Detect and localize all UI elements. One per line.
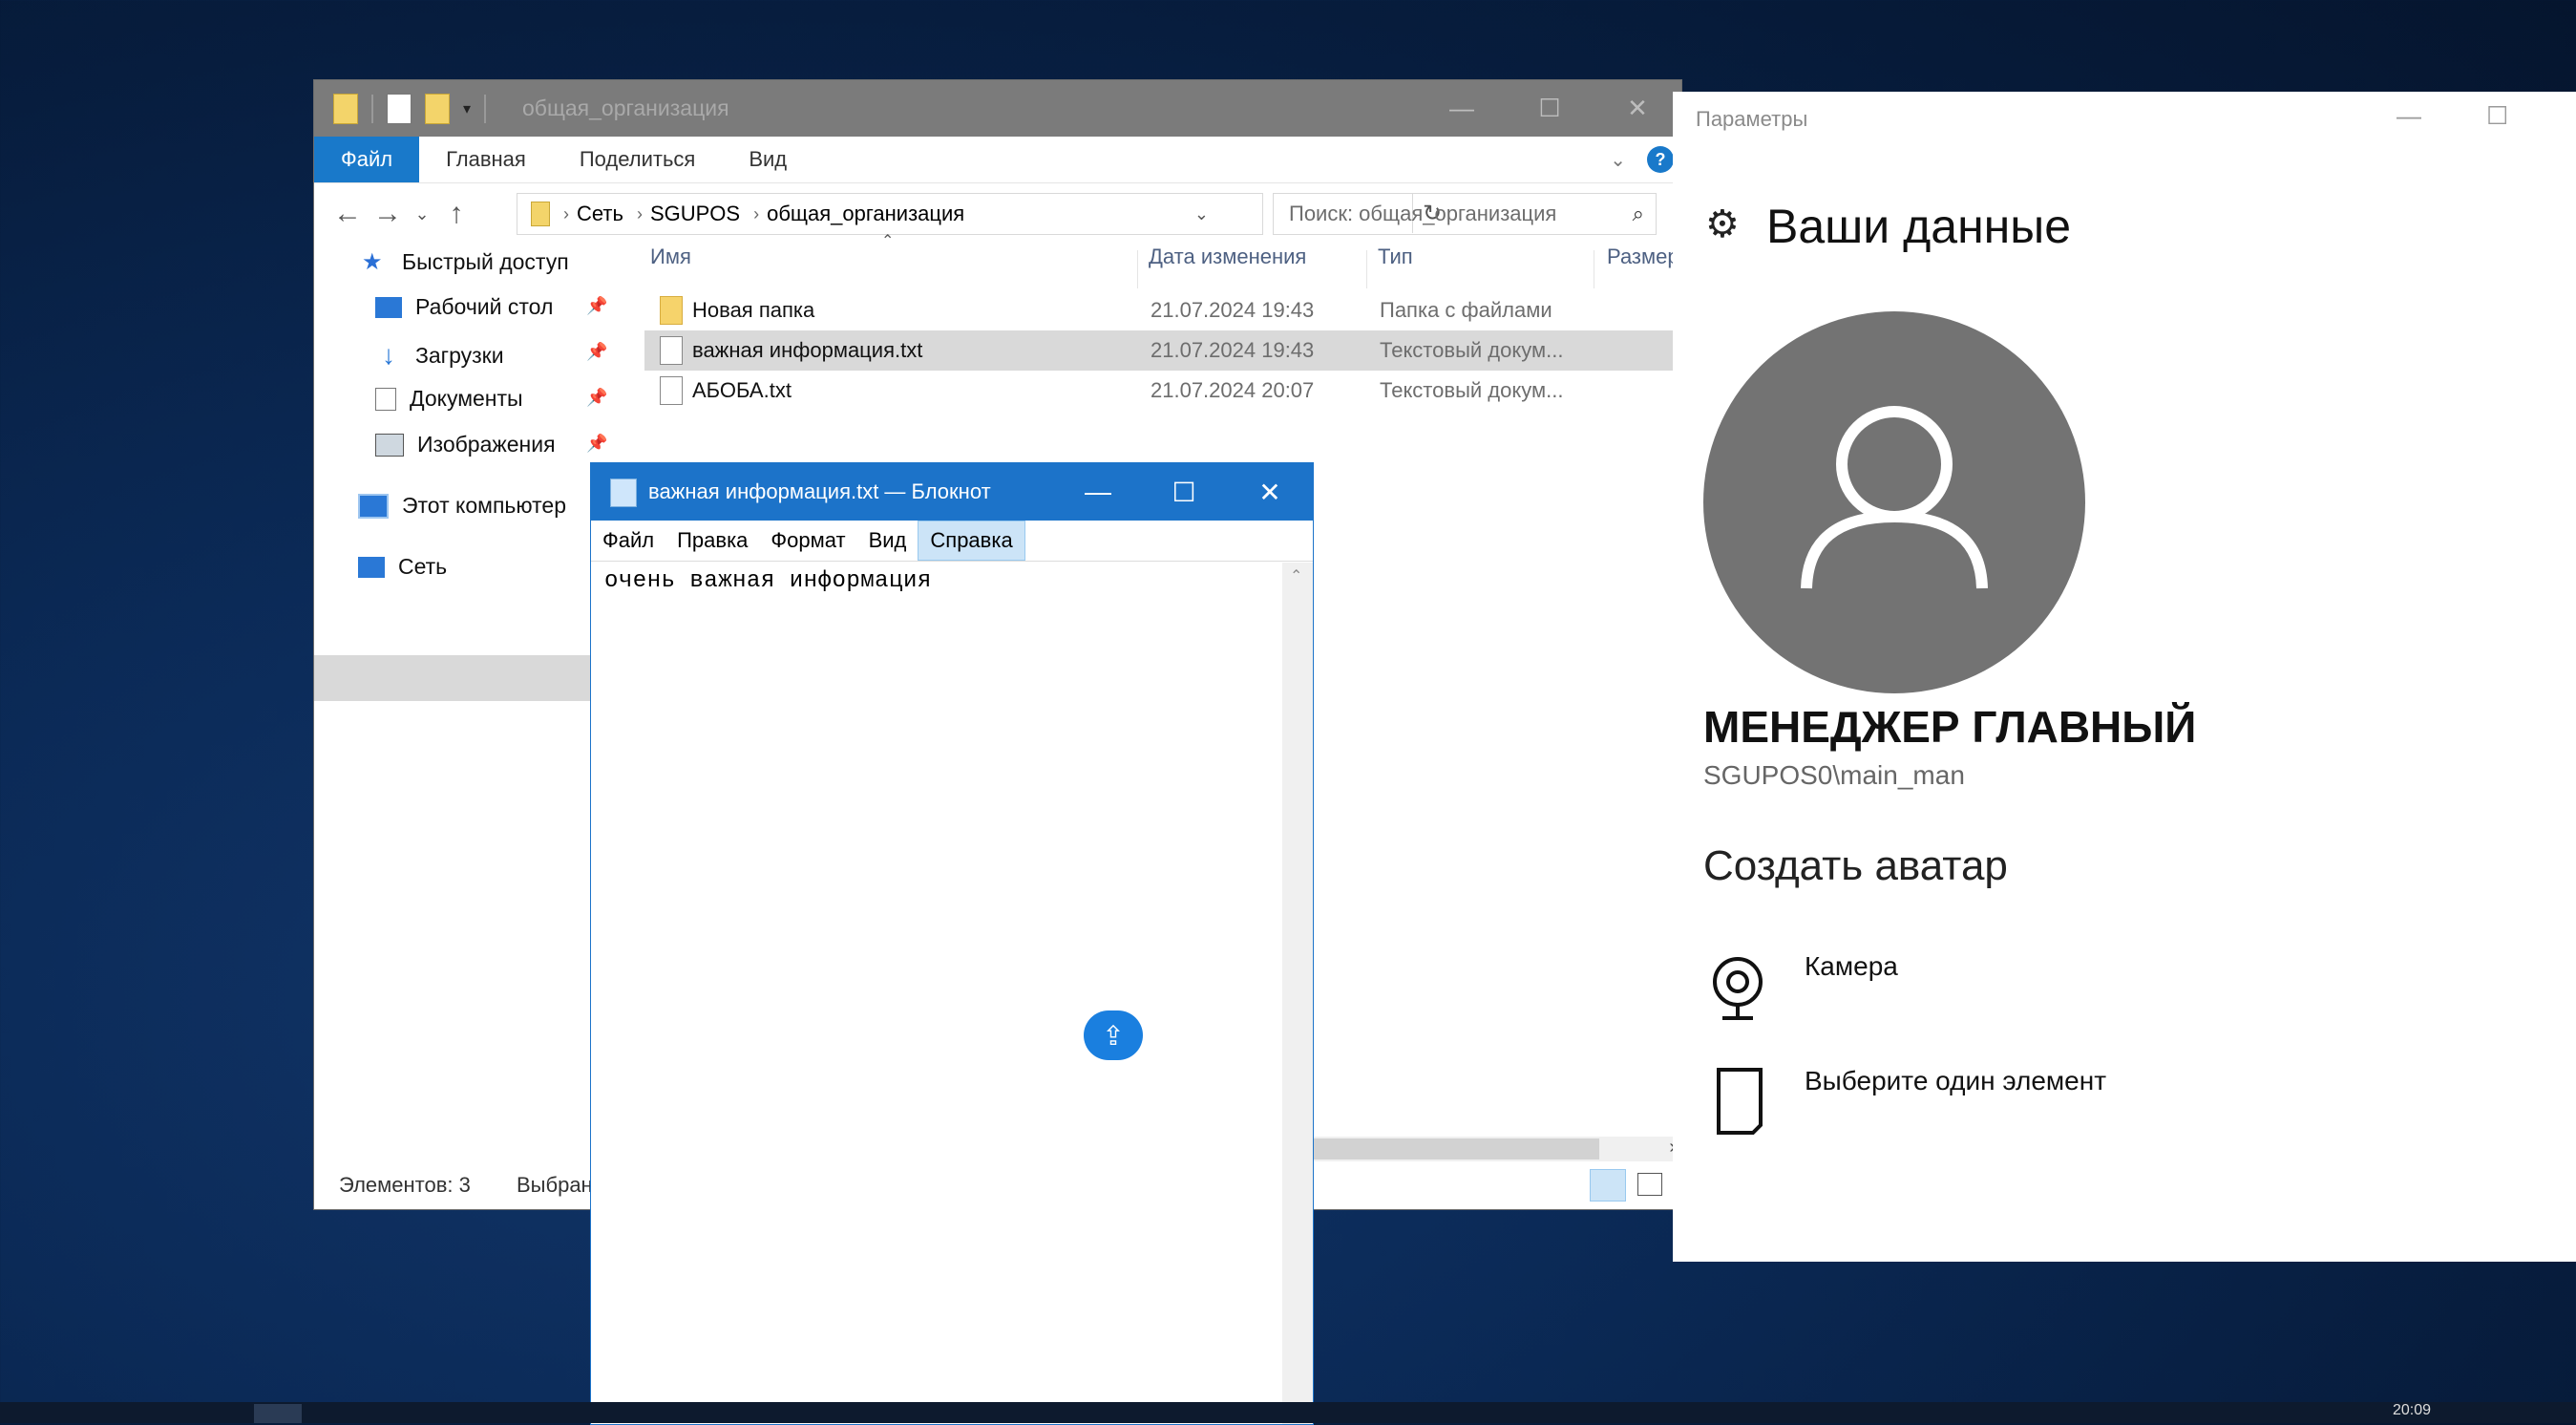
nav-pictures[interactable]: Изображения — [375, 432, 556, 457]
maximize-button[interactable]: ☐ — [1506, 80, 1594, 137]
gear-icon: ⚙ — [1705, 203, 1740, 245]
taskbar: 20:09 — [0, 1402, 2576, 1423]
nav-desktop[interactable]: Рабочий стол — [375, 294, 553, 320]
column-date[interactable]: Дата изменения — [1149, 245, 1306, 269]
up-icon[interactable]: ↑ — [436, 198, 476, 230]
menu-format[interactable]: Формат — [759, 521, 856, 561]
pictures-icon — [375, 433, 404, 457]
column-type[interactable]: Тип — [1378, 245, 1413, 269]
menu-edit[interactable]: Правка — [665, 521, 759, 561]
star-icon: ★ — [362, 249, 383, 275]
folder-icon — [660, 296, 683, 325]
file-row[interactable]: АБОБА.txt 21.07.2024 20:07 Текстовый док… — [644, 371, 1681, 411]
text-file-icon — [660, 376, 683, 405]
menu-view[interactable]: Вид — [857, 521, 918, 561]
section-heading: Создать аватар — [1703, 842, 2008, 889]
user-name: МЕНЕДЖЕР ГЛАВНЫЙ — [1703, 702, 2197, 752]
breadcrumb-network[interactable]: Сеть — [577, 202, 623, 226]
notepad-icon — [610, 479, 637, 507]
page-title: Ваши данные — [1766, 200, 2072, 253]
folder-icon — [333, 94, 358, 124]
breadcrumb-folder[interactable]: общая_организация — [767, 202, 964, 226]
minimize-button[interactable]: — — [2397, 101, 2421, 131]
account-name: SGUPOS0\main_man — [1703, 760, 1965, 790]
pin-icon: 📌 — [586, 342, 608, 361]
nav-this-pc[interactable]: Этот компьютер — [358, 493, 566, 519]
search-input[interactable]: Поиск: общая_организация ⌕ — [1273, 193, 1657, 235]
customize-toolbar-icon[interactable]: ▾ — [463, 99, 471, 118]
text-file-icon — [660, 336, 683, 365]
pin-icon: 📌 — [586, 296, 608, 315]
network-folder-icon — [531, 202, 550, 226]
pin-icon: 📌 — [586, 434, 608, 453]
notepad-titlebar[interactable]: важная информация.txt — Блокнот — ☐ ✕ — [591, 463, 1313, 521]
properties-icon[interactable] — [387, 94, 412, 124]
close-button[interactable]: ✕ — [1594, 80, 1681, 137]
selected-count: Выбран — [517, 1173, 593, 1197]
minimize-button[interactable]: — — [1418, 80, 1506, 137]
tab-file[interactable]: Файл — [314, 137, 420, 182]
menu-bar: Файл Правка Формат Вид Справка — [591, 521, 1313, 562]
navigation-pane: ★ Быстрый доступ Рабочий стол 📌 ↓ Загруз… — [314, 245, 616, 1133]
text-editor[interactable]: очень важная информация — [604, 568, 932, 594]
person-icon — [1801, 406, 1988, 589]
column-name[interactable]: Имя — [650, 245, 691, 269]
new-folder-icon[interactable] — [425, 94, 450, 124]
sort-ascending-icon: ⌃ — [881, 233, 895, 249]
forward-icon[interactable]: → — [368, 198, 408, 230]
expand-ribbon-icon[interactable]: ⌄ — [1610, 148, 1626, 172]
item-count: Элементов: 3 — [339, 1173, 471, 1197]
help-icon[interactable]: ? — [1647, 146, 1674, 173]
window-title: важная информация.txt — Блокнот — [648, 479, 991, 503]
back-icon[interactable]: ← — [327, 198, 368, 230]
tab-view[interactable]: Вид — [722, 137, 813, 182]
tab-share[interactable]: Поделиться — [553, 137, 722, 182]
clock[interactable]: 20:09 — [2393, 1402, 2431, 1419]
maximize-button[interactable]: ☐ — [1141, 463, 1227, 521]
recent-locations-icon[interactable]: ⌄ — [408, 204, 436, 224]
window-title: Параметры — [1696, 107, 1808, 131]
file-row-selected[interactable]: важная информация.txt 21.07.2024 19:43 Т… — [644, 330, 1681, 371]
download-icon: ↓ — [382, 340, 395, 370]
scroll-up-icon[interactable]: ⌃ — [1290, 566, 1302, 585]
search-icon: ⌕ — [1632, 202, 1644, 225]
desktop-icon — [375, 296, 402, 318]
navigation-bar: ← → ⌄ ↑ › Сеть › SGUPOS › общая_организа… — [314, 183, 1681, 245]
large-icons-view-icon[interactable] — [1637, 1173, 1662, 1196]
file-icon — [1717, 1068, 1763, 1135]
floating-keyboard-icon[interactable]: ⇪ — [1084, 1010, 1143, 1060]
ribbon: Файл Главная Поделиться Вид ⌄ ? — [314, 137, 1681, 183]
camera-icon — [1713, 957, 1763, 1020]
address-bar[interactable]: › Сеть › SGUPOS › общая_организация ⌄ — [517, 193, 1263, 235]
settings-window: Параметры — ☐ ⚙ Ваши данные МЕНЕДЖЕР ГЛА… — [1673, 92, 2576, 1262]
minimize-button[interactable]: — — [1055, 463, 1141, 521]
explorer-titlebar[interactable]: ▾ общая_организация — ☐ ✕ — [314, 80, 1681, 137]
computer-icon — [358, 493, 389, 519]
maximize-button[interactable]: ☐ — [2486, 101, 2508, 131]
menu-file[interactable]: Файл — [591, 521, 665, 561]
documents-icon — [375, 387, 396, 411]
avatar — [1703, 311, 2085, 693]
nav-downloads[interactable]: ↓ Загрузки — [375, 340, 504, 371]
address-dropdown-icon[interactable]: ⌄ — [1194, 204, 1209, 224]
tab-home[interactable]: Главная — [419, 137, 553, 182]
nav-documents[interactable]: Документы — [375, 386, 523, 412]
nav-quick-access[interactable]: ★ Быстрый доступ — [362, 248, 569, 276]
nav-network[interactable]: Сеть — [358, 554, 447, 580]
taskbar-app-icon[interactable] — [254, 1404, 302, 1423]
breadcrumb-server[interactable]: SGUPOS — [650, 202, 740, 226]
window-title: общая_организация — [522, 96, 729, 120]
menu-help[interactable]: Справка — [918, 521, 1025, 561]
pin-icon: 📌 — [586, 388, 608, 407]
file-row[interactable]: Новая папка 21.07.2024 19:43 Папка с фай… — [644, 290, 1681, 330]
notepad-window: важная информация.txt — Блокнот — ☐ ✕ Фа… — [590, 462, 1314, 1425]
close-button[interactable]: ✕ — [1227, 463, 1313, 521]
browse-option[interactable]: Выберите один элемент — [1701, 1066, 2274, 1142]
vertical-scrollbar[interactable]: ⌃ — [1282, 563, 1313, 1424]
details-view-icon[interactable] — [1590, 1169, 1626, 1202]
column-size[interactable]: Размер — [1607, 245, 1679, 269]
camera-option[interactable]: Камера — [1701, 951, 2274, 1028]
network-icon — [358, 556, 385, 578]
